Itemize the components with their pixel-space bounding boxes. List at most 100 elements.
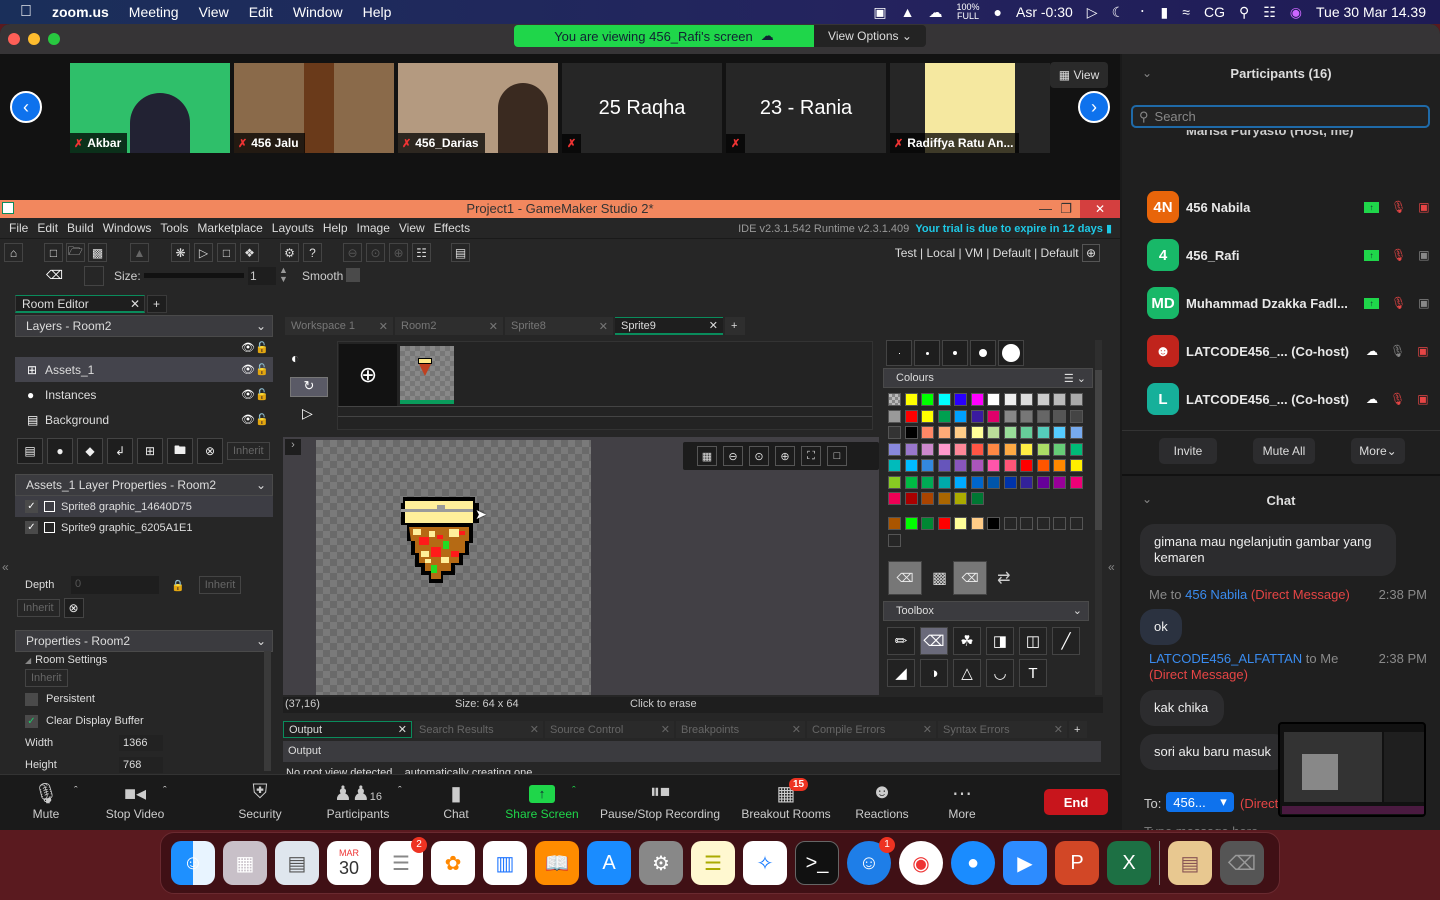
line-tool-icon[interactable]: ╱ — [1052, 626, 1080, 655]
colour-swatch[interactable] — [888, 459, 901, 472]
loop-icon[interactable]: ↻ — [290, 377, 328, 397]
collapse-left-icon[interactable]: « — [2, 560, 9, 574]
onion-skin-icon[interactable]: ◐ — [291, 350, 299, 366]
lock-icon[interactable]: 🔒 — [171, 579, 185, 592]
room-width-input[interactable]: 1366 — [119, 735, 163, 751]
colour-swatch[interactable] — [937, 459, 951, 472]
excel-icon[interactable]: X — [1107, 841, 1151, 885]
mic-on-icon[interactable]: 🎙 — [1390, 344, 1405, 358]
close-tab-icon[interactable]: ✕ — [599, 320, 608, 333]
close-tab-icon[interactable]: ✕ — [489, 320, 498, 333]
polygon-tool-icon[interactable]: △ — [953, 658, 981, 687]
chat-bubble-icon[interactable]: ▮ — [1106, 223, 1112, 235]
cloud-icon[interactable]: ☁ — [928, 4, 942, 21]
tab-sprite9[interactable]: Sprite9 ✕ — [615, 317, 723, 335]
recent-colour-swatch[interactable] — [888, 517, 901, 530]
colour-swatch[interactable] — [937, 442, 951, 456]
colour-swatch[interactable] — [937, 426, 951, 439]
colour-swatch[interactable] — [987, 426, 1000, 439]
mic-muted-icon[interactable]: 🎙 — [1391, 296, 1406, 310]
reactions-button[interactable]: ☻ Reactions — [852, 781, 912, 821]
close-tab-icon[interactable]: ✕ — [661, 723, 670, 736]
asset-checkbox[interactable]: ✓ — [25, 521, 38, 534]
close-tab-icon[interactable]: ✕ — [1054, 723, 1063, 736]
participant-row[interactable]: MD Muhammad Dzakka Fadl... ↑ 🎙 ▣ — [1147, 287, 1437, 319]
colour-swatch[interactable] — [954, 492, 967, 505]
colours-header[interactable]: Colours ☰ ⌄ — [883, 368, 1093, 388]
colour-swatch[interactable] — [970, 426, 984, 439]
close-tab-icon[interactable]: ✕ — [398, 723, 407, 736]
colour-swatch[interactable] — [904, 409, 918, 423]
gms-close-button[interactable]: ✕ — [1080, 200, 1120, 218]
video-options-caret[interactable]: ˆ — [163, 785, 167, 797]
layers-header[interactable]: Layers - Room2 ⌄ — [15, 315, 273, 337]
keynote-icon[interactable]: ▥ — [483, 841, 527, 885]
ellipse-tool-icon[interactable]: ◑ — [920, 659, 948, 687]
colour-swatch[interactable] — [1003, 409, 1017, 423]
calendar-icon[interactable]: MAR 30 — [327, 841, 371, 885]
menu-edit[interactable]: Edit — [249, 4, 273, 20]
close-tab-icon[interactable]: ✕ — [709, 319, 718, 332]
colour-swatch[interactable] — [987, 442, 1000, 456]
app-icon[interactable]: ☺ 1 — [847, 837, 895, 885]
powerpoint-icon[interactable]: P — [1055, 841, 1099, 885]
colour-swatch[interactable] — [970, 475, 984, 489]
control-center-icon[interactable]: ☷ — [1263, 4, 1276, 21]
menu-help[interactable]: Help — [363, 4, 392, 20]
delete-icon[interactable]: ⊗ — [63, 598, 84, 618]
sprite-canvas[interactable]: ➤ — [316, 440, 591, 695]
recent-colour-swatch[interactable] — [888, 533, 901, 547]
play-animation-icon[interactable]: ▷ — [302, 405, 313, 422]
run-icon[interactable]: ▷ — [194, 243, 213, 262]
brush-size-1[interactable] — [886, 340, 912, 366]
save-icon[interactable]: ▩ — [88, 243, 107, 262]
add-background-layer-icon[interactable]: ▤ — [17, 438, 43, 464]
stop-video-button[interactable]: ■◂ Stop Video — [100, 781, 170, 821]
colour-swatch[interactable] — [987, 409, 1000, 423]
colour-swatch[interactable] — [1020, 409, 1033, 423]
colour-swatch[interactable] — [1003, 459, 1017, 472]
close-window-button[interactable] — [8, 33, 20, 45]
colour-swatch[interactable] — [904, 492, 918, 505]
prayer-time[interactable]: Asr -0:30 — [1016, 4, 1073, 20]
add-folder-icon[interactable]: 🖿 — [167, 438, 193, 464]
tab-syntax-errors[interactable]: Syntax Errors ✕ — [938, 721, 1067, 738]
upload-icon[interactable]: ▲ — [901, 4, 915, 20]
colour-swatch[interactable] — [1036, 426, 1050, 439]
colour-swatch[interactable] — [1036, 393, 1050, 406]
room-height-input[interactable]: 768 — [119, 757, 163, 773]
zoom-reset-icon[interactable]: ⊙ — [749, 446, 769, 466]
colour-swatch[interactable] — [1003, 475, 1017, 489]
colour-swatch[interactable] — [888, 409, 901, 423]
colour-swatch[interactable] — [1053, 426, 1066, 439]
recent-colour-swatch[interactable] — [1053, 517, 1066, 530]
add-tile-layer-icon[interactable]: ◆ — [77, 438, 103, 464]
video-on-icon[interactable]: ▣ — [1418, 248, 1429, 262]
colour-swatch[interactable] — [970, 459, 984, 472]
colour-swatch[interactable] — [1069, 442, 1083, 456]
colour-swatch[interactable] — [888, 475, 901, 489]
eraser-tool-icon[interactable]: ⌫ — [920, 626, 948, 655]
system-preferences-icon[interactable]: ⚙ — [639, 841, 683, 885]
colour-swatch[interactable] — [921, 475, 934, 489]
participant-row[interactable]: 4 456_Rafi ↑ 🎙 ▣ — [1147, 239, 1437, 271]
brush-preview[interactable] — [84, 266, 104, 286]
colour-swatch[interactable] — [987, 393, 1000, 406]
sprite-canvas-area[interactable]: › ➤ ▦ ⊖ ⊙ ⊕ ⛶ □ — [283, 437, 879, 695]
breakout-rooms-button[interactable]: ▦ Breakout Rooms — [738, 781, 834, 821]
colour-swatch[interactable] — [937, 475, 951, 489]
persistent-checkbox[interactable] — [25, 692, 38, 706]
colours-menu-icon[interactable]: ☰ ⌄ — [1064, 372, 1086, 385]
colour-swatch[interactable] — [1036, 475, 1050, 489]
smooth-checkbox[interactable] — [346, 268, 360, 282]
gamepad-icon[interactable]: ☷ — [412, 243, 431, 262]
share-screen-button[interactable]: ↑ Share Screen — [502, 781, 582, 821]
video-tile[interactable]: ✗ Radiffya Ratu An... — [890, 63, 1050, 153]
pause-stop-recording-button[interactable]: ⏸⏹ Pause/Stop Recording — [596, 781, 724, 821]
gallery-prev-button[interactable]: ‹ — [10, 91, 42, 123]
grid-toggle-icon[interactable]: ▦ — [697, 446, 717, 466]
asset-item[interactable]: ✓ Sprite8 graphic_14640D75 — [15, 496, 273, 517]
colour-swatch[interactable] — [904, 475, 918, 489]
inherit-assets-button[interactable]: Inherit — [17, 599, 60, 617]
close-tab-icon[interactable]: ✕ — [792, 723, 801, 736]
